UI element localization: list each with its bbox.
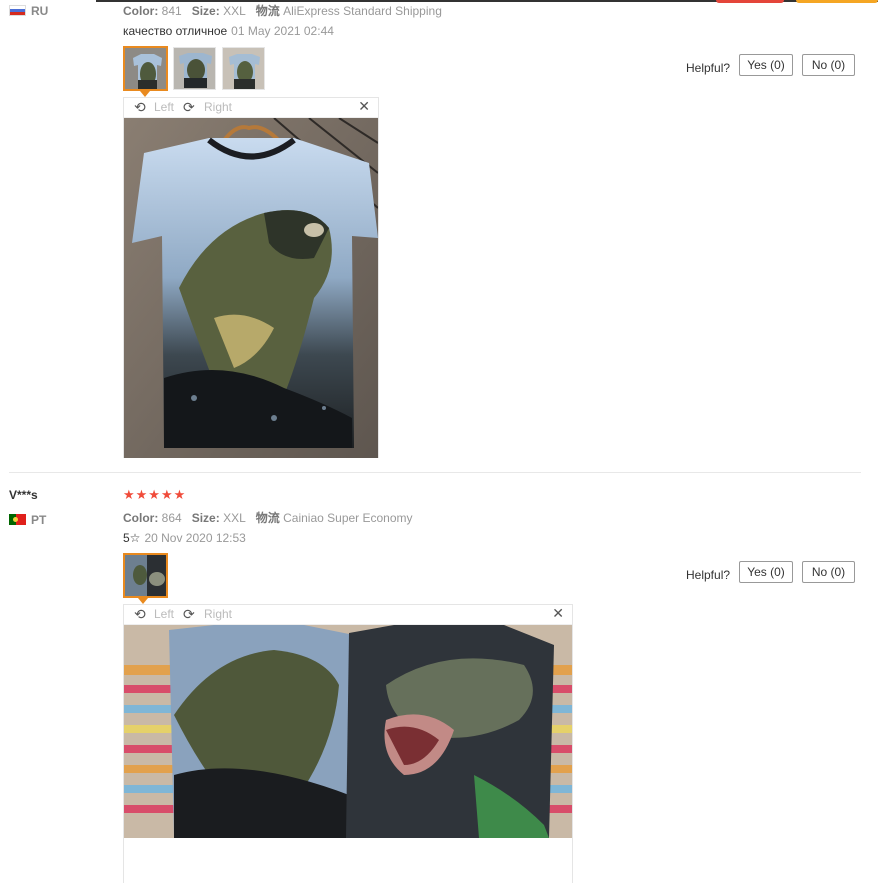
color-label: Color:: [123, 4, 159, 18]
flag-ru-icon: [9, 5, 26, 17]
helpful-no-button[interactable]: No (0): [802, 54, 855, 76]
review-divider: [9, 472, 861, 473]
review-thumbnail[interactable]: [222, 47, 265, 90]
feedback-text: качество отличное: [123, 24, 228, 38]
close-icon[interactable]: ✕: [358, 98, 370, 115]
image-viewer: ⟲ Left ⟳ Right ✕: [123, 97, 379, 458]
color-value: 864: [161, 511, 182, 525]
size-label: Size:: [191, 511, 220, 525]
country-code: RU: [31, 3, 49, 18]
rating-stars: ★★★★★: [123, 487, 187, 502]
shipping-label: 物流: [255, 511, 280, 525]
review-date: 20 Nov 2020 12:53: [144, 531, 246, 545]
shipping-value: Cainiao Super Economy: [283, 511, 413, 525]
viewer-toolbar: ⟲ Left ⟳ Right ✕: [124, 98, 378, 118]
shipping-label: 物流: [255, 4, 280, 18]
country-code: PT: [31, 512, 47, 527]
rotate-left-label[interactable]: Left: [154, 100, 174, 114]
rotate-left-label[interactable]: Left: [154, 607, 174, 621]
size-value: XXL: [223, 4, 246, 18]
helpful-label: Helpful?: [686, 61, 731, 75]
reviewer-name: V***s: [9, 488, 38, 502]
top-yellow-button[interactable]: [796, 0, 878, 3]
review-thumbnail[interactable]: [123, 553, 168, 598]
shirt-thumbnail-image: [223, 48, 264, 89]
review-photo: [124, 625, 572, 838]
helpful-yes-button[interactable]: Yes (0): [739, 54, 793, 76]
review-thumbnail[interactable]: [173, 47, 216, 90]
review-date: 01 May 2021 02:44: [231, 24, 334, 38]
review-meta: Color: 864 Size: XXL 物流 Cainiao Super Econ…: [123, 509, 413, 526]
close-icon[interactable]: ✕: [552, 605, 564, 622]
review-meta: Color: 841 Size: XXL 物流 AliExpress Standar…: [123, 2, 442, 19]
rotate-right-icon[interactable]: ⟳: [183, 606, 195, 623]
size-value: XXL: [223, 511, 246, 525]
rotate-right-icon[interactable]: ⟳: [183, 99, 195, 116]
feedback-text: 5☆: [123, 531, 141, 545]
rotate-left-icon[interactable]: ⟲: [134, 99, 146, 116]
top-red-button[interactable]: [716, 0, 784, 3]
shirt-thumbnail-image: [125, 555, 166, 596]
rotate-right-label[interactable]: Right: [204, 100, 232, 114]
shipping-value: AliExpress Standard Shipping: [283, 4, 442, 18]
image-viewer: ⟲ Left ⟳ Right ✕: [123, 604, 573, 883]
review-thumbnail[interactable]: [123, 46, 168, 91]
rotate-left-icon[interactable]: ⟲: [134, 606, 146, 623]
reviewer-country: PT: [9, 511, 46, 529]
reviewer-country: RU: [9, 2, 48, 20]
helpful-no-button[interactable]: No (0): [802, 561, 855, 583]
color-label: Color:: [123, 511, 159, 525]
rotate-right-label[interactable]: Right: [204, 607, 232, 621]
review-feedback: качество отличное 01 May 2021 02:44: [123, 24, 334, 38]
shirt-thumbnail-image: [174, 48, 215, 89]
helpful-label: Helpful?: [686, 568, 731, 582]
size-label: Size:: [191, 4, 220, 18]
color-value: 841: [161, 4, 182, 18]
viewer-toolbar: ⟲ Left ⟳ Right ✕: [124, 605, 572, 625]
helpful-yes-button[interactable]: Yes (0): [739, 561, 793, 583]
shirt-thumbnail-image: [125, 48, 166, 89]
flag-pt-icon: [9, 514, 26, 526]
review-photo: [124, 118, 378, 458]
review-feedback: 5☆ 20 Nov 2020 12:53: [123, 531, 246, 545]
